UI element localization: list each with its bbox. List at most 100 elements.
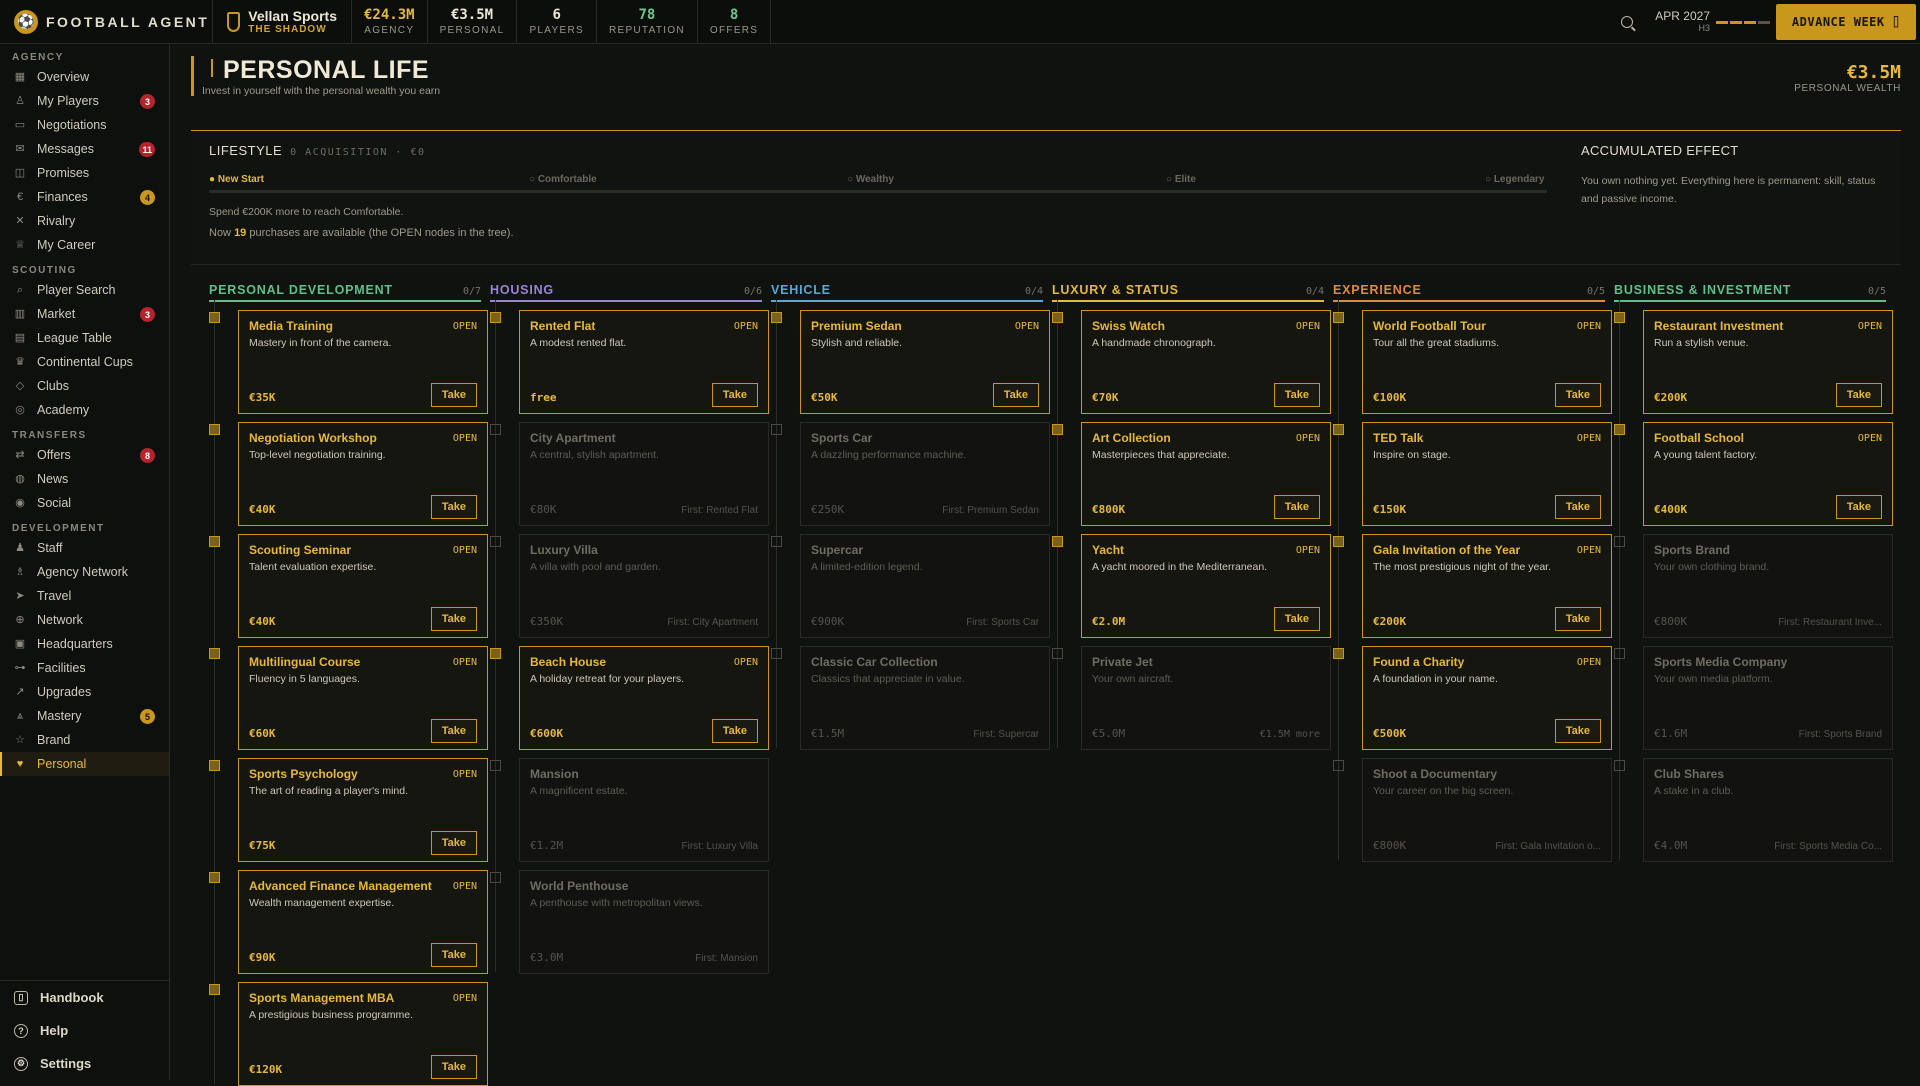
node-checkbox[interactable]: [209, 872, 220, 883]
take-button[interactable]: Take: [711, 719, 758, 743]
item-card[interactable]: Art Collection OPEN Masterpieces that appr…: [1081, 422, 1331, 526]
search-icon[interactable]: [1621, 16, 1634, 28]
item-card[interactable]: Multilingual Course OPEN Fluency in 5 lang…: [238, 646, 488, 750]
take-button[interactable]: Take: [430, 495, 477, 519]
sidebar-help-button[interactable]: ? Help: [0, 1014, 170, 1047]
take-button[interactable]: Take: [1273, 607, 1320, 631]
node-checkbox[interactable]: [1614, 312, 1625, 323]
take-button[interactable]: Take: [430, 831, 477, 855]
take-button[interactable]: Take: [430, 607, 477, 631]
advance-week-button[interactable]: ADVANCE WEEK ⌷: [1776, 4, 1916, 40]
item-card[interactable]: Rented Flat OPEN A modest rented flat. free…: [519, 310, 769, 414]
node-checkbox[interactable]: [490, 648, 501, 659]
sidebar-settings-button[interactable]: ⚙ Settings: [0, 1047, 170, 1080]
sidebar-item-staff[interactable]: ♟ Staff: [0, 536, 169, 560]
take-button[interactable]: Take: [992, 383, 1039, 407]
take-button[interactable]: Take: [1554, 719, 1601, 743]
node-checkbox[interactable]: [209, 648, 220, 659]
node-checkbox[interactable]: [209, 424, 220, 435]
sidebar-item-travel[interactable]: ➤ Travel: [0, 584, 169, 608]
sidebar-item-agency-network[interactable]: ♗ Agency Network: [0, 560, 169, 584]
sidebar-item-continental-cups[interactable]: ♛ Continental Cups: [0, 350, 169, 374]
item-card[interactable]: Negotiation Workshop OPEN Top-level negoti…: [238, 422, 488, 526]
node-checkbox[interactable]: [1333, 312, 1344, 323]
node-checkbox[interactable]: [1333, 648, 1344, 659]
item-card[interactable]: World Football Tour OPEN Tour all the grea…: [1362, 310, 1612, 414]
item-card[interactable]: Sports Psychology OPEN The art of reading …: [238, 758, 488, 862]
take-button[interactable]: Take: [711, 383, 758, 407]
item-card[interactable]: Sports Management MBA OPEN A prestigious b…: [238, 982, 488, 1086]
node-checkbox[interactable]: [209, 536, 220, 547]
node-checkbox[interactable]: [1614, 424, 1625, 435]
app-logo[interactable]: ⚽ FOOTBALL AGENT: [0, 9, 212, 34]
take-button[interactable]: Take: [1835, 495, 1882, 519]
item-card[interactable]: TED Talk OPEN Inspire on stage. €150K Take: [1362, 422, 1612, 526]
sidebar-item-network[interactable]: ⊕ Network: [0, 608, 169, 632]
node-checkbox[interactable]: [1333, 536, 1344, 547]
node-checkbox[interactable]: [490, 424, 501, 435]
take-button[interactable]: Take: [430, 943, 477, 967]
node-checkbox[interactable]: [771, 424, 782, 435]
item-card[interactable]: Gala Invitation of the Year OPEN The most …: [1362, 534, 1612, 638]
sidebar-item-facilities[interactable]: ⊶ Facilities: [0, 656, 169, 680]
node-checkbox[interactable]: [490, 760, 501, 771]
take-button[interactable]: Take: [1554, 495, 1601, 519]
team-switcher[interactable]: Vellan Sports THE SHADOW: [212, 0, 352, 44]
take-button[interactable]: Take: [1835, 383, 1882, 407]
sidebar-item-league-table[interactable]: ▤ League Table: [0, 326, 169, 350]
node-checkbox[interactable]: [1614, 760, 1625, 771]
sidebar-item-negotiations[interactable]: ▭ Negotiations: [0, 113, 169, 137]
sidebar-item-academy[interactable]: ◎ Academy: [0, 398, 169, 422]
sidebar-item-messages[interactable]: ✉ Messages 11: [0, 137, 169, 161]
sidebar-item-rivalry[interactable]: ✕ Rivalry: [0, 209, 169, 233]
node-checkbox[interactable]: [1052, 312, 1063, 323]
item-card[interactable]: Restaurant Investment OPEN Run a stylish v…: [1643, 310, 1893, 414]
item-card[interactable]: Media Training OPEN Mastery in front of th…: [238, 310, 488, 414]
sidebar-item-promises[interactable]: ◫ Promises: [0, 161, 169, 185]
node-checkbox[interactable]: [771, 536, 782, 547]
take-button[interactable]: Take: [430, 383, 477, 407]
take-button[interactable]: Take: [430, 1055, 477, 1079]
sidebar-item-market[interactable]: ▥ Market 3: [0, 302, 169, 326]
sidebar-handbook-button[interactable]: ▯ Handbook: [0, 981, 170, 1014]
node-checkbox[interactable]: [1614, 648, 1625, 659]
node-checkbox[interactable]: [1333, 760, 1344, 771]
node-checkbox[interactable]: [490, 872, 501, 883]
sidebar-item-finances[interactable]: € Finances 4: [0, 185, 169, 209]
sidebar-item-mastery[interactable]: ⩓ Mastery 5: [0, 704, 169, 728]
sidebar-item-news[interactable]: ◍ News: [0, 467, 169, 491]
sidebar-item-headquarters[interactable]: ▣ Headquarters: [0, 632, 169, 656]
take-button[interactable]: Take: [1273, 383, 1320, 407]
node-checkbox[interactable]: [209, 760, 220, 771]
sidebar-item-brand[interactable]: ☆ Brand: [0, 728, 169, 752]
node-checkbox[interactable]: [1614, 536, 1625, 547]
sidebar-item-offers[interactable]: ⇄ Offers 8: [0, 443, 169, 467]
node-checkbox[interactable]: [1052, 424, 1063, 435]
node-checkbox[interactable]: [209, 312, 220, 323]
sidebar-item-clubs[interactable]: ◇ Clubs: [0, 374, 169, 398]
item-card[interactable]: Yacht OPEN A yacht moored in the Mediterra…: [1081, 534, 1331, 638]
node-checkbox[interactable]: [1052, 536, 1063, 547]
item-card[interactable]: Premium Sedan OPEN Stylish and reliable. €5…: [800, 310, 1050, 414]
item-card[interactable]: Swiss Watch OPEN A handmade chronograph. €7…: [1081, 310, 1331, 414]
take-button[interactable]: Take: [1554, 383, 1601, 407]
item-card[interactable]: Beach House OPEN A holiday retreat for you…: [519, 646, 769, 750]
sidebar-item-upgrades[interactable]: ↗ Upgrades: [0, 680, 169, 704]
node-checkbox[interactable]: [209, 984, 220, 995]
sidebar-item-social[interactable]: ◉ Social: [0, 491, 169, 515]
take-button[interactable]: Take: [1554, 607, 1601, 631]
sidebar-item-player-search[interactable]: ⌕ Player Search: [0, 278, 169, 302]
take-button[interactable]: Take: [1273, 495, 1320, 519]
node-checkbox[interactable]: [1052, 648, 1063, 659]
item-card[interactable]: Football School OPEN A young talent factor…: [1643, 422, 1893, 526]
node-checkbox[interactable]: [490, 312, 501, 323]
item-card[interactable]: Found a Charity OPEN A foundation in your …: [1362, 646, 1612, 750]
node-checkbox[interactable]: [771, 312, 782, 323]
node-checkbox[interactable]: [490, 536, 501, 547]
node-checkbox[interactable]: [771, 648, 782, 659]
take-button[interactable]: Take: [430, 719, 477, 743]
sidebar-item-overview[interactable]: ▦ Overview: [0, 65, 169, 89]
item-card[interactable]: Advanced Finance Management OPEN Wealth ma…: [238, 870, 488, 974]
sidebar-item-my-players[interactable]: ♙ My Players 3: [0, 89, 169, 113]
node-checkbox[interactable]: [1333, 424, 1344, 435]
